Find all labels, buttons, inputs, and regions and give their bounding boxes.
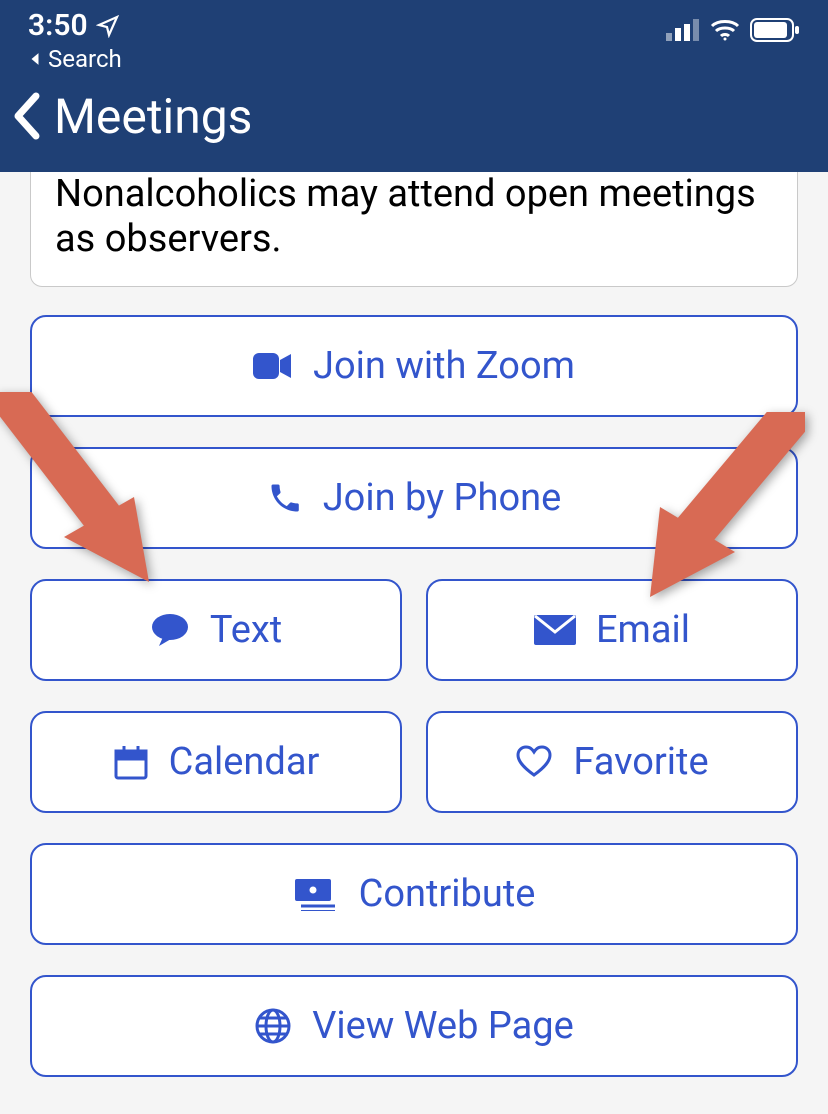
location-icon <box>96 14 120 38</box>
status-bar: 3:50 Search <box>0 0 828 60</box>
join-phone-label: Join by Phone <box>323 476 562 520</box>
text-button[interactable]: Text <box>30 579 402 681</box>
join-phone-button[interactable]: Join by Phone <box>30 447 798 549</box>
calendar-icon <box>113 744 149 780</box>
email-label: Email <box>596 608 690 652</box>
back-to-app-label: Search <box>48 45 122 73</box>
chat-icon <box>150 612 190 648</box>
email-button[interactable]: Email <box>426 579 798 681</box>
meeting-info-card: Nonalcoholics may attend open meetings a… <box>30 172 798 287</box>
triangle-left-icon <box>28 52 42 66</box>
webpage-button[interactable]: View Web Page <box>30 975 798 1077</box>
status-time-value: 3:50 <box>28 8 88 43</box>
cellular-icon <box>666 19 700 41</box>
nav-title: Meetings <box>54 88 252 145</box>
favorite-label: Favorite <box>573 740 708 784</box>
contribute-label: Contribute <box>359 872 536 916</box>
back-to-app[interactable]: Search <box>28 45 122 73</box>
wifi-icon <box>710 19 740 41</box>
status-time: 3:50 <box>28 8 122 43</box>
envelope-icon <box>534 615 576 645</box>
nav-header: Meetings <box>0 60 828 172</box>
battery-icon <box>750 18 800 42</box>
heart-icon <box>515 745 553 779</box>
chevron-left-icon <box>6 88 50 144</box>
calendar-label: Calendar <box>169 740 320 784</box>
join-zoom-label: Join with Zoom <box>313 344 575 388</box>
back-button[interactable]: Meetings <box>6 88 252 145</box>
join-zoom-button[interactable]: Join with Zoom <box>30 315 798 417</box>
globe-icon <box>254 1007 292 1045</box>
money-icon <box>293 877 339 911</box>
info-text: as observers. <box>55 217 282 261</box>
contribute-button[interactable]: Contribute <box>30 843 798 945</box>
calendar-button[interactable]: Calendar <box>30 711 402 813</box>
content: Nonalcoholics may attend open meetings a… <box>0 172 828 1077</box>
text-label: Text <box>210 608 282 652</box>
phone-icon <box>267 480 303 516</box>
webpage-label: View Web Page <box>312 1004 574 1048</box>
favorite-button[interactable]: Favorite <box>426 711 798 813</box>
video-icon <box>253 351 293 381</box>
